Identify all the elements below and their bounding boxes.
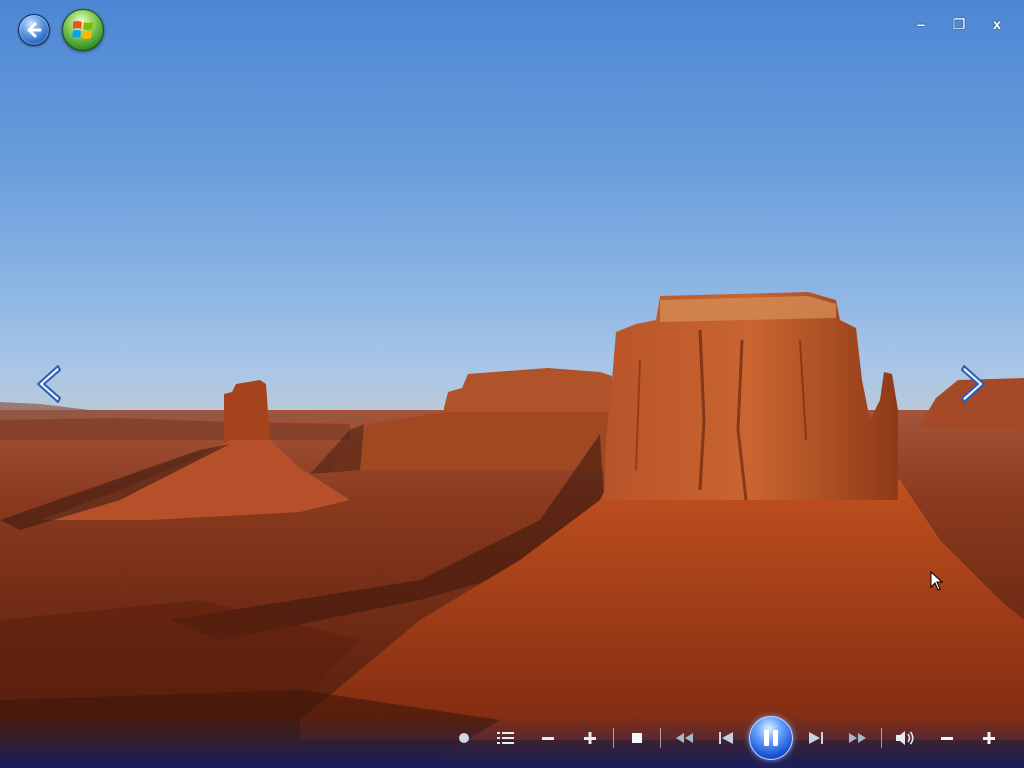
restore-button[interactable]: ❐ — [942, 12, 976, 36]
previous-photo-button[interactable] — [28, 360, 68, 408]
back-button[interactable] — [18, 14, 50, 46]
rewind-button[interactable] — [663, 718, 705, 758]
windows-start-orb[interactable] — [62, 9, 104, 51]
window-caption-buttons: – ❐ x — [904, 12, 1014, 36]
separator — [881, 728, 882, 748]
skip-previous-icon — [719, 732, 733, 744]
chevron-right-icon — [961, 365, 985, 403]
separator — [660, 728, 661, 748]
minus-icon — [542, 737, 554, 740]
rewind-icon — [676, 733, 693, 743]
separator — [613, 728, 614, 748]
chevron-left-icon — [37, 365, 61, 403]
previous-button[interactable] — [705, 718, 747, 758]
stop-button[interactable] — [616, 718, 658, 758]
windows-logo-icon — [72, 21, 93, 39]
list-icon — [497, 732, 514, 744]
next-photo-button[interactable] — [954, 360, 994, 408]
zoom-out-button[interactable] — [527, 718, 569, 758]
pause-button[interactable] — [749, 716, 793, 760]
slideshow-photo — [0, 0, 1024, 768]
playlist-button[interactable] — [485, 718, 527, 758]
zoom-in-button[interactable] — [569, 718, 611, 758]
close-button[interactable]: x — [980, 12, 1014, 36]
skip-next-icon — [809, 732, 823, 744]
next-button[interactable] — [795, 718, 837, 758]
fast-forward-button[interactable] — [837, 718, 879, 758]
transport-controls — [443, 716, 1010, 760]
volume-up-button[interactable] — [968, 718, 1010, 758]
desert-landscape-image — [0, 292, 1024, 768]
volume-button[interactable] — [884, 718, 926, 758]
stop-icon — [632, 733, 642, 743]
mouse-pointer-icon — [930, 570, 944, 596]
speaker-icon — [896, 731, 914, 745]
plus-icon — [983, 732, 995, 744]
shuffle-dot-button[interactable] — [443, 718, 485, 758]
transport-bar — [0, 716, 1024, 768]
fast-forward-icon — [849, 733, 866, 743]
back-arrow-icon — [27, 22, 42, 38]
minus-icon — [941, 737, 953, 740]
pause-icon — [764, 730, 778, 746]
minimize-button[interactable]: – — [904, 12, 938, 36]
volume-down-button[interactable] — [926, 718, 968, 758]
plus-icon — [584, 732, 596, 744]
dot-icon — [459, 733, 469, 743]
